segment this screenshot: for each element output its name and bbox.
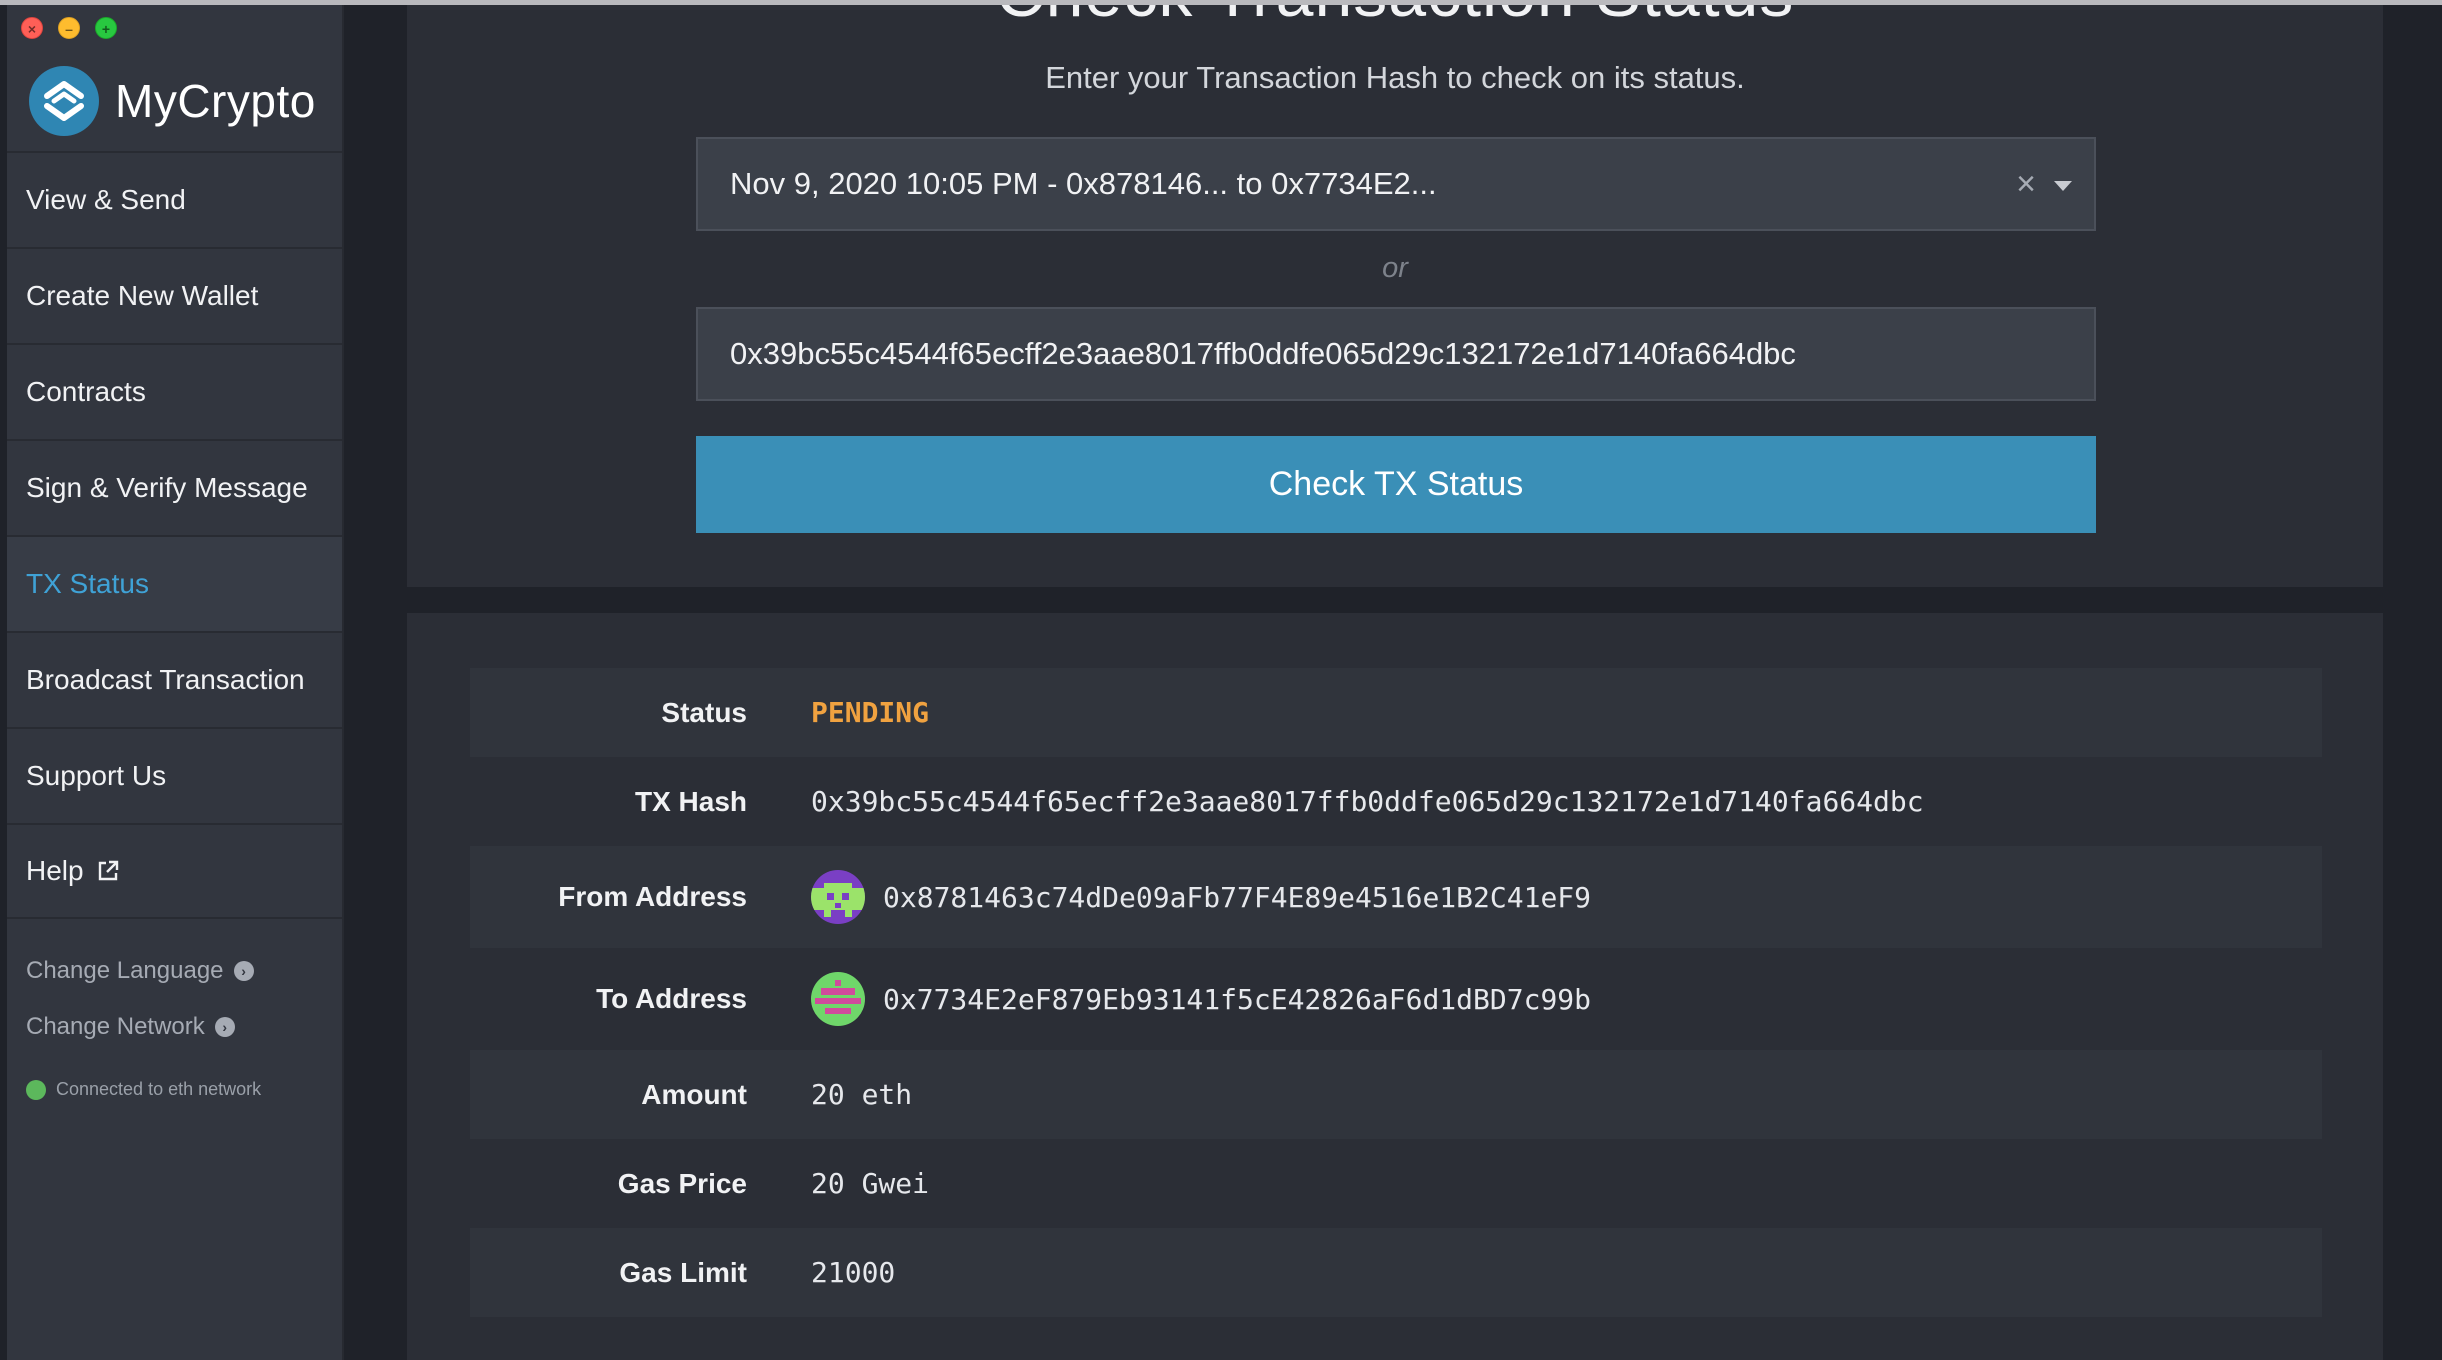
app-window: × – + MyCrypto View & Send Create New Wa… bbox=[7, 5, 2442, 1360]
sidebar-item-broadcast-transaction[interactable]: Broadcast Transaction bbox=[7, 631, 342, 727]
sidebar-item-label: Sign & Verify Message bbox=[26, 472, 308, 503]
window-controls: × – + bbox=[21, 17, 117, 39]
from-address-value[interactable]: 0x8781463c74dDe09aFb77F4E89e4516e1B2C41e… bbox=[883, 881, 1591, 914]
sidebar-item-label: Help bbox=[26, 855, 84, 886]
external-link-icon bbox=[96, 859, 120, 883]
from-address-field: 0x8781463c74dDe09aFb77F4E89e4516e1B2C41e… bbox=[811, 870, 1591, 924]
sidebar-item-label: Support Us bbox=[26, 760, 167, 791]
details-row-to-address: To Address 0x7734E2eF879Eb93141f5cE42826… bbox=[470, 948, 2322, 1050]
details-row-gas-price: Gas Price 20 Gwei bbox=[470, 1139, 2322, 1228]
gas-limit-label: Gas Limit bbox=[619, 1256, 747, 1288]
sidebar-item-label: Contracts bbox=[26, 376, 146, 407]
check-status-card: Check Transaction Status Enter your Tran… bbox=[407, 5, 2383, 587]
clear-selection-icon[interactable]: × bbox=[2016, 165, 2036, 204]
details-row-from-address: From Address 0x8781463c74dDe09aFb77F4E89… bbox=[470, 846, 2322, 948]
details-row-status: Status PENDING bbox=[470, 668, 2322, 757]
tx-hash-label: TX Hash bbox=[634, 785, 747, 817]
selected-transaction-value: Nov 9, 2020 10:05 PM - 0x878146... to 0x… bbox=[730, 166, 1437, 201]
from-address-identicon-icon bbox=[811, 870, 865, 924]
to-address-identicon-icon bbox=[811, 972, 865, 1026]
change-network-label: Change Network bbox=[26, 1013, 205, 1040]
brand-logo[interactable]: MyCrypto bbox=[29, 61, 316, 141]
sidebar-item-create-new-wallet[interactable]: Create New Wallet bbox=[7, 247, 342, 343]
sidebar-item-tx-status[interactable]: TX Status bbox=[7, 535, 342, 631]
mycrypto-logo-icon bbox=[29, 66, 99, 136]
gas-price-value: 20 Gwei bbox=[811, 1167, 930, 1200]
network-status-text: Connected to eth network bbox=[56, 1079, 262, 1099]
chevron-down-icon[interactable] bbox=[2054, 181, 2072, 191]
recent-transaction-select[interactable]: Nov 9, 2020 10:05 PM - 0x878146... to 0x… bbox=[696, 137, 2096, 231]
details-row-gas-limit: Gas Limit 21000 bbox=[470, 1228, 2322, 1317]
sidebar-item-help[interactable]: Help bbox=[7, 823, 342, 919]
sidebar-item-contracts[interactable]: Contracts bbox=[7, 343, 342, 439]
transaction-details-table: Status PENDING TX Hash 0x39bc55c4544f65e… bbox=[470, 668, 2322, 1317]
amount-value: 20 eth bbox=[811, 1078, 913, 1111]
sidebar-item-label: TX Status bbox=[26, 568, 149, 599]
status-badge: PENDING bbox=[811, 696, 930, 729]
minimize-window-button[interactable]: – bbox=[58, 17, 80, 39]
arrow-right-circle-icon: › bbox=[233, 961, 254, 981]
status-dot-icon bbox=[26, 1079, 46, 1100]
close-window-button[interactable]: × bbox=[21, 17, 43, 39]
change-network-link[interactable]: Change Network › bbox=[26, 999, 254, 1055]
sidebar-item-support-us[interactable]: Support Us bbox=[7, 727, 342, 823]
details-row-amount: Amount 20 eth bbox=[470, 1050, 2322, 1139]
amount-label: Amount bbox=[641, 1078, 747, 1110]
tx-hash-value[interactable]: 0x39bc55c4544f65ecff2e3aae8017ffb0ddfe06… bbox=[811, 785, 1924, 818]
sidebar-item-label: View & Send bbox=[26, 184, 186, 215]
gas-limit-value: 21000 bbox=[811, 1256, 896, 1289]
maximize-window-button[interactable]: + bbox=[95, 17, 117, 39]
to-address-label: To Address bbox=[596, 983, 747, 1014]
sidebar-item-label: Create New Wallet bbox=[26, 280, 259, 311]
from-address-label: From Address bbox=[558, 881, 747, 912]
change-language-link[interactable]: Change Language › bbox=[26, 943, 254, 999]
change-language-label: Change Language bbox=[26, 957, 224, 984]
page-subtitle: Enter your Transaction Hash to check on … bbox=[1045, 60, 1745, 95]
network-status: Connected to eth network bbox=[26, 1079, 261, 1100]
brand-name: MyCrypto bbox=[115, 75, 316, 127]
to-address-field: 0x7734E2eF879Eb93141f5cE42826aF6d1dBD7c9… bbox=[811, 972, 1591, 1026]
gas-price-label: Gas Price bbox=[617, 1167, 747, 1199]
sidebar-item-sign-verify-message[interactable]: Sign & Verify Message bbox=[7, 439, 342, 535]
status-label: Status bbox=[661, 696, 747, 728]
to-address-value[interactable]: 0x7734E2eF879Eb93141f5cE42826aF6d1dBD7c9… bbox=[883, 983, 1591, 1016]
or-divider: or bbox=[1382, 252, 1408, 284]
check-tx-status-button[interactable]: Check TX Status bbox=[696, 436, 2096, 533]
sidebar-item-label: Broadcast Transaction bbox=[26, 664, 305, 695]
sidebar-item-view-send[interactable]: View & Send bbox=[7, 151, 342, 247]
page-title: Check Transaction Status bbox=[407, 5, 2383, 32]
sidebar: × – + MyCrypto View & Send Create New Wa… bbox=[7, 5, 344, 1360]
tx-hash-input-value: 0x39bc55c4544f65ecff2e3aae8017ffb0ddfe06… bbox=[730, 336, 1796, 371]
transaction-details-card: Status PENDING TX Hash 0x39bc55c4544f65e… bbox=[407, 613, 2383, 1360]
sidebar-settings-links: Change Language › Change Network › bbox=[26, 943, 254, 1055]
tx-hash-input[interactable]: 0x39bc55c4544f65ecff2e3aae8017ffb0ddfe06… bbox=[696, 307, 2096, 401]
arrow-right-circle-icon: › bbox=[214, 1017, 235, 1037]
details-row-tx-hash: TX Hash 0x39bc55c4544f65ecff2e3aae8017ff… bbox=[470, 757, 2322, 846]
sidebar-nav: View & Send Create New Wallet Contracts … bbox=[7, 151, 342, 919]
